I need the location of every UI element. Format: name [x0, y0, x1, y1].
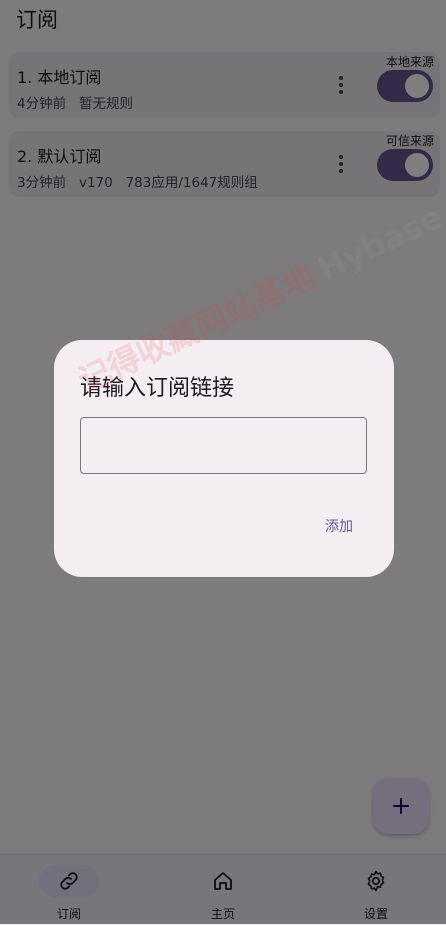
- subscription-url-input[interactable]: [80, 417, 367, 474]
- add-button[interactable]: 添加: [312, 512, 366, 542]
- add-subscription-dialog: 请输入订阅链接 添加: [54, 340, 394, 577]
- app-screen: 订阅 1. 本地订阅 4分钟前 暂无规则 本地来源 2. 默认订阅 3分钟前 v…: [0, 0, 446, 925]
- dialog-title: 请输入订阅链接: [80, 376, 235, 401]
